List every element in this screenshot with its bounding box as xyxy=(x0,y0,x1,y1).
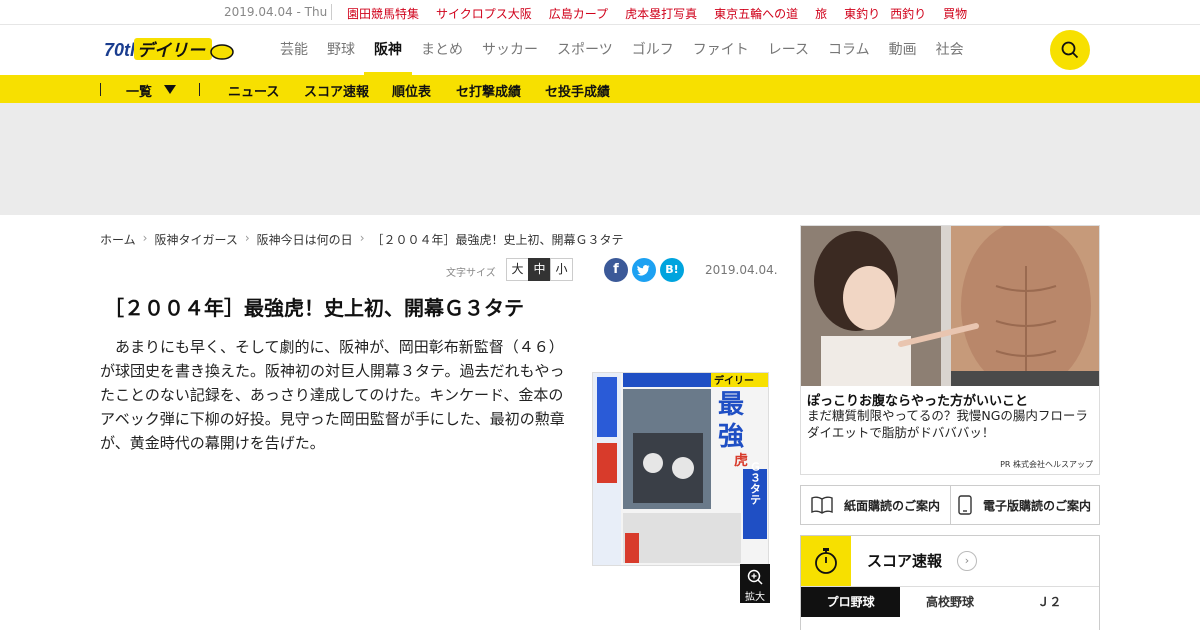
font-size-small[interactable]: 小 xyxy=(550,258,573,281)
print-subscription-label: 紙面購読のご案内 xyxy=(844,498,941,513)
nav-item[interactable]: レース xyxy=(768,25,809,75)
svg-text:虎: 虎 xyxy=(734,452,748,469)
score-widget: スコア速報 › プロ野球 高校野球 Ｊ２ xyxy=(800,535,1100,630)
ad-image xyxy=(801,226,1099,386)
topic-link[interactable]: 東京五輪への道 xyxy=(714,5,798,22)
tab-pro-baseball[interactable]: プロ野球 xyxy=(801,587,901,617)
digital-subscription-button[interactable]: 電子版購読のご案内 xyxy=(950,486,1099,524)
stopwatch-icon xyxy=(801,536,851,586)
breadcrumb-home[interactable]: ホーム xyxy=(100,231,136,248)
divider xyxy=(331,4,332,20)
article-title: ［２００４年］最強虎！史上初、開幕Ｇ３タテ xyxy=(104,296,524,320)
font-size-label: 文字サイズ xyxy=(446,268,496,279)
breadcrumb-item[interactable]: 阪神タイガース xyxy=(154,231,237,248)
article-body: あまりにも早く、そして劇的に、阪神が、岡田彰布新監督（４６）が球団史を書き換えた… xyxy=(100,338,565,452)
subnav-item-pitching[interactable]: セ投手成績 xyxy=(545,81,610,100)
breadcrumb-item[interactable]: 阪神今日は何の日 xyxy=(257,231,353,248)
zoom-button[interactable]: 拡大 xyxy=(740,564,770,603)
score-widget-title[interactable]: スコア速報 xyxy=(867,550,942,571)
topic-link[interactable]: 旅 xyxy=(815,5,827,22)
chevron-right-icon: › xyxy=(142,231,148,245)
site-header: 70th デイリー 芸能 野球 阪神 まとめ サッカー スポーツ ゴルフ ファイ… xyxy=(0,25,1200,75)
nav-item[interactable]: ゴルフ xyxy=(632,25,674,75)
nav-item[interactable]: スポーツ xyxy=(557,25,613,75)
smartphone-icon xyxy=(958,495,972,515)
breadcrumb-current: ［２００４年］最強虎！史上初、開幕Ｇ３タテ xyxy=(371,233,624,247)
svg-text:デイリー: デイリー xyxy=(714,374,754,387)
digital-subscription-label: 電子版購読のご案内 xyxy=(983,498,1092,513)
nav-item[interactable]: ファイト xyxy=(693,25,749,75)
print-subscription-button[interactable]: 紙面購読のご案内 xyxy=(801,486,950,524)
topic-link[interactable]: 東釣り xyxy=(844,5,880,22)
topic-link[interactable]: 西釣り xyxy=(890,5,926,22)
chevron-right-icon[interactable]: › xyxy=(957,551,977,571)
nav-item[interactable]: 芸能 xyxy=(280,25,308,75)
nav-item[interactable]: サッカー xyxy=(482,25,538,75)
ad-sponsor: PR 株式会社ヘルスアップ xyxy=(1000,460,1093,469)
font-size-medium[interactable]: 中 xyxy=(528,258,551,281)
nav-item[interactable]: コラム xyxy=(828,25,870,75)
svg-text:最: 最 xyxy=(718,390,745,420)
breadcrumb: ホーム › 阪神タイガース › 阪神今日は何の日 › ［２００４年］最強虎！史上… xyxy=(100,231,624,248)
search-icon xyxy=(1061,41,1079,59)
nav-item[interactable]: 社会 xyxy=(936,25,964,75)
subnav-item-standings[interactable]: 順位表 xyxy=(392,81,431,100)
chevron-right-icon: › xyxy=(244,231,250,245)
nav-item[interactable]: まとめ xyxy=(421,25,463,75)
book-icon xyxy=(811,496,833,514)
current-date: 2019.04.04 - Thu xyxy=(224,5,328,19)
twitter-icon[interactable] xyxy=(632,258,656,282)
nav-item[interactable]: 野球 xyxy=(327,25,355,75)
publish-date: 2019.04.04. xyxy=(705,263,778,277)
zoom-label: 拡大 xyxy=(745,592,765,603)
subnav-item-score[interactable]: スコア速報 xyxy=(304,81,369,100)
sub-nav: 一覧 ニュース スコア速報 順位表 セ打撃成績 セ投手成績 xyxy=(0,75,1200,103)
newspaper-front-page-image[interactable]: デイリー 最 強 虎 Ｇ３タテ xyxy=(592,372,769,566)
tab-high-school-baseball[interactable]: 高校野球 xyxy=(900,587,999,617)
search-button[interactable] xyxy=(1050,30,1090,70)
subscription-links: 紙面購読のご案内 電子版購読のご案内 xyxy=(800,485,1100,525)
site-logo[interactable]: 70th デイリー xyxy=(104,36,234,62)
svg-text:デイリー: デイリー xyxy=(137,41,206,61)
divider xyxy=(199,83,200,96)
font-size-selector: 大 中 小 xyxy=(506,258,573,281)
ad-description: まだ糖質制限やってるの？我慢NGの腸内フローラダイエットで脂肪がドバババッ！ xyxy=(807,408,1088,440)
topic-link[interactable]: 園田競馬特集 xyxy=(347,5,419,22)
font-size-large[interactable]: 大 xyxy=(506,258,529,281)
score-tabs: プロ野球 高校野球 Ｊ２ xyxy=(801,586,1099,617)
nav-item[interactable]: 動画 xyxy=(889,25,917,75)
topic-link[interactable]: 買物 xyxy=(943,5,967,22)
tab-j2[interactable]: Ｊ２ xyxy=(1000,587,1099,617)
svg-text:強: 強 xyxy=(718,422,744,452)
topic-link[interactable]: 虎本塁打写真 xyxy=(625,5,697,22)
topic-link[interactable]: 広島カープ xyxy=(549,5,608,22)
topic-link[interactable]: サイクロプス大阪 xyxy=(436,5,532,22)
hatena-bookmark-icon[interactable]: B! xyxy=(660,258,684,282)
share-buttons: f B! xyxy=(604,258,688,282)
svg-text:Ｇ３タテ: Ｇ３タテ xyxy=(749,461,762,505)
divider xyxy=(100,83,101,96)
subnav-item-news[interactable]: ニュース xyxy=(228,81,279,100)
subnav-item-batting[interactable]: セ打撃成績 xyxy=(456,81,521,100)
nav-item-active[interactable]: 阪神 xyxy=(364,25,412,75)
topic-links: 園田競馬特集 サイクロプス大阪 広島カープ 虎本塁打写真 東京五輪への道 旅 東… xyxy=(347,5,984,22)
sidebar-ad[interactable]: ぽっこりお腹ならやった方がいいこと まだ糖質制限やってるの？我慢NGの腸内フロー… xyxy=(800,225,1100,475)
caret-down-icon xyxy=(164,85,176,94)
chevron-right-icon: › xyxy=(359,231,365,245)
facebook-icon[interactable]: f xyxy=(604,258,628,282)
ad-banner-area xyxy=(0,103,1200,215)
top-bar: 2019.04.04 - Thu 園田競馬特集 サイクロプス大阪 広島カープ 虎… xyxy=(0,0,1200,25)
main-nav: 芸能 野球 阪神 まとめ サッカー スポーツ ゴルフ ファイト レース コラム … xyxy=(280,25,983,75)
zoom-in-icon xyxy=(747,569,763,585)
list-dropdown[interactable]: 一覧 xyxy=(126,81,152,100)
